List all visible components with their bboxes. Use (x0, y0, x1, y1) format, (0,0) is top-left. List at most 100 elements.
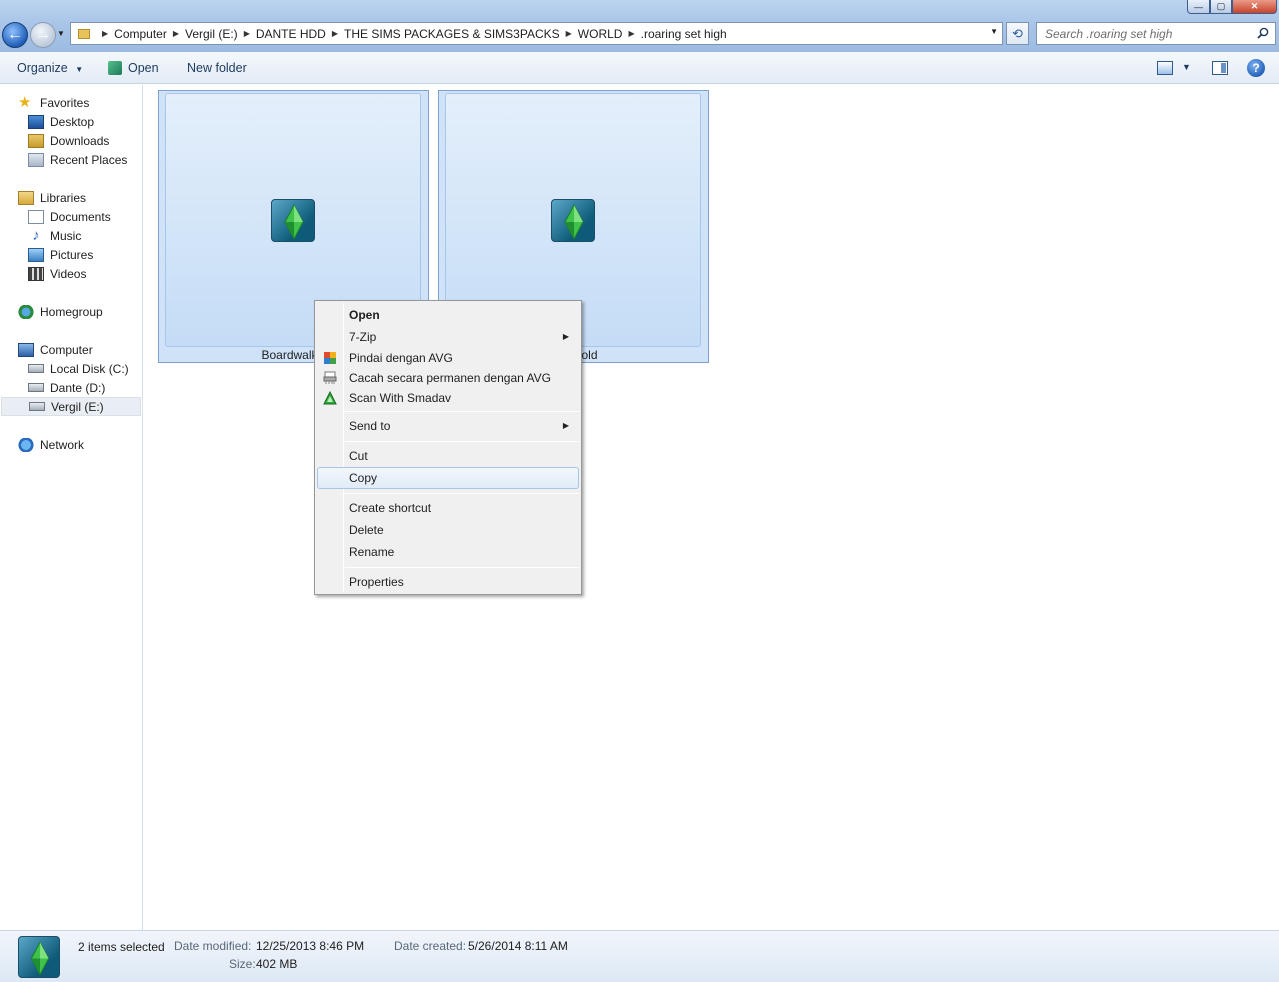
recent-locations-dropdown-icon[interactable]: ▼ (57, 29, 65, 38)
date-created-label: Date created: (394, 939, 467, 953)
menu-item-cut[interactable]: Cut (317, 445, 579, 467)
change-view-icon[interactable] (1157, 61, 1173, 75)
chevron-right-icon[interactable]: ▶ (566, 29, 572, 38)
sidebar-item-vergil-e[interactable]: Vergil (E:) (1, 397, 141, 416)
refresh-button[interactable]: ⟲ (1006, 22, 1029, 45)
music-note-icon: ♪ (32, 226, 40, 244)
sidebar-item-label: Computer (40, 342, 93, 357)
minimize-button[interactable]: — (1187, 0, 1210, 14)
sidebar-item-libraries[interactable]: Libraries (18, 188, 86, 207)
chevron-right-icon[interactable]: ▶ (173, 29, 179, 38)
open-button[interactable]: Open (108, 61, 159, 75)
sidebar-item-desktop[interactable]: Desktop (28, 112, 94, 131)
menu-item-scan-smadav[interactable]: Scan With Smadav (317, 387, 579, 409)
sidebar-item-homegroup[interactable]: Homegroup (18, 302, 103, 321)
libraries-icon (18, 190, 34, 205)
menu-item-label: 7-Zip (349, 330, 377, 344)
menu-item-rename[interactable]: Rename (317, 541, 579, 563)
menu-item-properties[interactable]: Properties (317, 571, 579, 593)
menu-item-send-to[interactable]: Send to ▶ (317, 415, 579, 437)
sims3pack-icon (18, 936, 60, 978)
sidebar-item-label: Videos (50, 266, 87, 281)
breadcrumb-computer[interactable]: Computer (114, 27, 167, 41)
menu-item-label: Scan With Smadav (349, 391, 452, 405)
sidebar-item-recent-places[interactable]: Recent Places (28, 150, 127, 169)
chevron-right-icon[interactable]: ▶ (102, 29, 108, 38)
sidebar-item-downloads[interactable]: Downloads (28, 131, 109, 150)
size-value: 402 MB (256, 957, 298, 971)
recent-places-icon (28, 152, 44, 167)
sidebar-item-videos[interactable]: Videos (28, 264, 86, 283)
submenu-arrow-icon: ▶ (562, 421, 569, 430)
address-dropdown-icon[interactable]: ▼ (990, 27, 998, 36)
sidebar-item-label: Desktop (50, 114, 95, 129)
sidebar-item-label: Local Disk (C:) (50, 361, 129, 376)
menu-item-copy[interactable]: Copy (317, 467, 579, 489)
sidebar-item-computer[interactable]: Computer (18, 340, 93, 359)
close-button[interactable]: ✕ (1232, 0, 1277, 14)
chevron-right-icon[interactable]: ▶ (332, 29, 338, 38)
computer-icon (18, 342, 34, 357)
menu-item-create-shortcut[interactable]: Create shortcut (317, 497, 579, 519)
menu-item-open[interactable]: Open (317, 304, 579, 326)
size-label: Size: (229, 957, 256, 971)
open-label: Open (128, 61, 159, 75)
hard-drive-icon (28, 383, 44, 392)
preview-pane-icon[interactable] (1212, 61, 1228, 75)
sims3pack-icon (551, 199, 595, 242)
menu-item-7zip[interactable]: 7-Zip ▶ (317, 326, 579, 348)
menu-item-label: Open (349, 308, 380, 322)
breadcrumb-dante-hdd[interactable]: DANTE HDD (256, 27, 326, 41)
title-bar: — ▢ ✕ ← → ▼ ▶ Computer ▶ Vergil (E:) ▶ D… (0, 0, 1279, 52)
organize-button[interactable]: Organize ▼ (17, 61, 83, 75)
avg-icon (324, 352, 336, 364)
menu-item-shred-avg[interactable]: Cacah secara permanen dengan AVG (317, 367, 579, 389)
search-input[interactable] (1045, 26, 1250, 41)
chevron-right-icon[interactable]: ▶ (628, 29, 634, 38)
breadcrumb-vergil-drive[interactable]: Vergil (E:) (185, 27, 238, 41)
menu-item-label: Cut (349, 449, 368, 463)
breadcrumb-world[interactable]: WORLD (578, 27, 623, 41)
sidebar-item-dante-d[interactable]: Dante (D:) (28, 378, 105, 397)
sidebar-item-label: Libraries (40, 190, 87, 205)
hard-drive-icon (29, 402, 45, 411)
sidebar-item-label: Vergil (E:) (51, 399, 104, 414)
maximize-button[interactable]: ▢ (1210, 0, 1232, 14)
sidebar-item-music[interactable]: ♪ Music (28, 226, 81, 245)
address-bar[interactable]: ▶ Computer ▶ Vergil (E:) ▶ DANTE HDD ▶ T… (70, 22, 1003, 45)
sidebar-item-favorites[interactable]: ★ Favorites (18, 93, 89, 112)
sidebar-item-documents[interactable]: Documents (28, 207, 111, 226)
sidebar-item-label: Pictures (50, 247, 94, 262)
forward-button[interactable]: → (30, 22, 56, 48)
sidebar-item-label: Dante (D:) (50, 380, 106, 395)
downloads-folder-icon (28, 133, 44, 148)
new-folder-button[interactable]: New folder (187, 61, 247, 75)
sidebar-item-label: Homegroup (40, 304, 103, 319)
sidebar-item-label: Downloads (50, 133, 110, 148)
search-icon[interactable] (1257, 27, 1269, 39)
sidebar-item-label: Favorites (40, 95, 90, 110)
menu-item-delete[interactable]: Delete (317, 519, 579, 541)
search-box[interactable] (1036, 22, 1276, 45)
folder-icon (78, 28, 90, 39)
sidebar-item-local-disk-c[interactable]: Local Disk (C:) (28, 359, 129, 378)
sidebar-item-label: Documents (50, 209, 111, 224)
breadcrumb-current-folder[interactable]: .roaring set high (641, 27, 727, 41)
menu-item-label: Rename (349, 545, 395, 559)
sidebar-item-network[interactable]: Network (18, 435, 84, 454)
help-icon[interactable]: ? (1247, 59, 1265, 77)
menu-item-scan-avg[interactable]: Pindai dengan AVG (317, 347, 579, 369)
details-pane: 2 items selected Date modified: 12/25/20… (0, 930, 1279, 982)
chevron-down-icon: ▼ (75, 65, 84, 74)
breadcrumb-sims-packages[interactable]: THE SIMS PACKAGES & SIMS3PACKS (344, 27, 560, 41)
command-bar: Organize ▼ Open New folder (0, 52, 1279, 84)
menu-item-label: Cacah secara permanen dengan AVG (349, 371, 551, 385)
back-button[interactable]: ← (2, 22, 28, 48)
menu-item-label: Copy (349, 471, 378, 485)
sidebar-item-pictures[interactable]: Pictures (28, 245, 93, 264)
documents-icon (28, 209, 44, 224)
chevron-right-icon[interactable]: ▶ (244, 29, 250, 38)
network-icon (18, 437, 34, 452)
view-dropdown-icon[interactable]: ▼ (1182, 62, 1191, 72)
hard-drive-icon (28, 364, 44, 373)
